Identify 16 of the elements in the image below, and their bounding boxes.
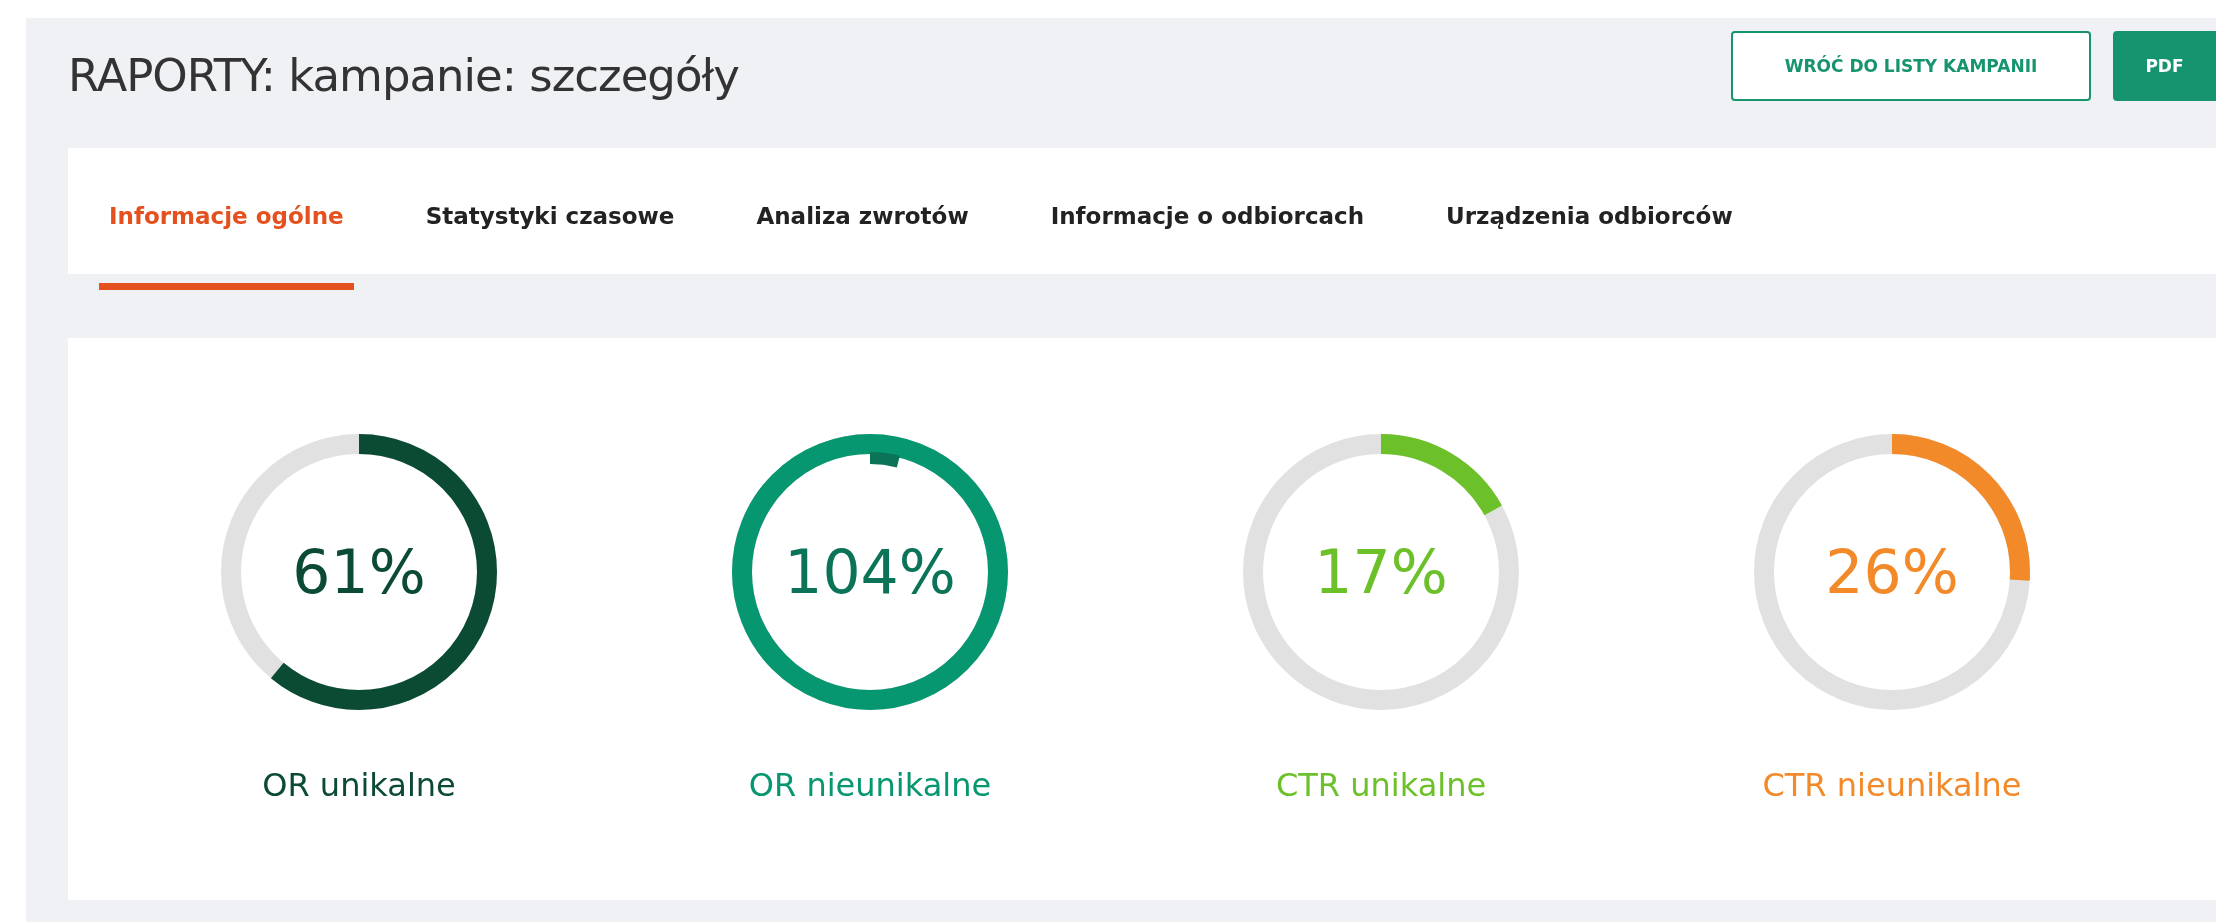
metric-label: OR nieunikalne	[748, 766, 992, 804]
page-title: RAPORTY: kampanie: szczegóły	[68, 48, 740, 102]
metric-label: CTR nieunikalne	[1762, 766, 2022, 804]
back-button[interactable]: WRÓĆ DO LISTY KAMPANII	[1731, 31, 2091, 101]
pdf-button[interactable]: PDF	[2113, 31, 2216, 101]
percent-value: 104%	[783, 537, 957, 607]
percent-value: 26%	[1824, 537, 1960, 607]
tab[interactable]: Informacje o odbiorcach	[1040, 148, 1375, 290]
tab[interactable]: Informacje ogólne	[99, 148, 354, 290]
percent-value: 17%	[1313, 537, 1449, 607]
metric-label: OR unikalne	[262, 766, 456, 804]
tab[interactable]: Statystyki czasowe	[415, 148, 685, 290]
metric-label: CTR unikalne	[1275, 766, 1487, 804]
tab[interactable]: Urządzenia odbiorców	[1436, 148, 1743, 290]
tab[interactable]: Analiza zwrotów	[746, 148, 979, 290]
percent-value: 61%	[291, 537, 427, 607]
